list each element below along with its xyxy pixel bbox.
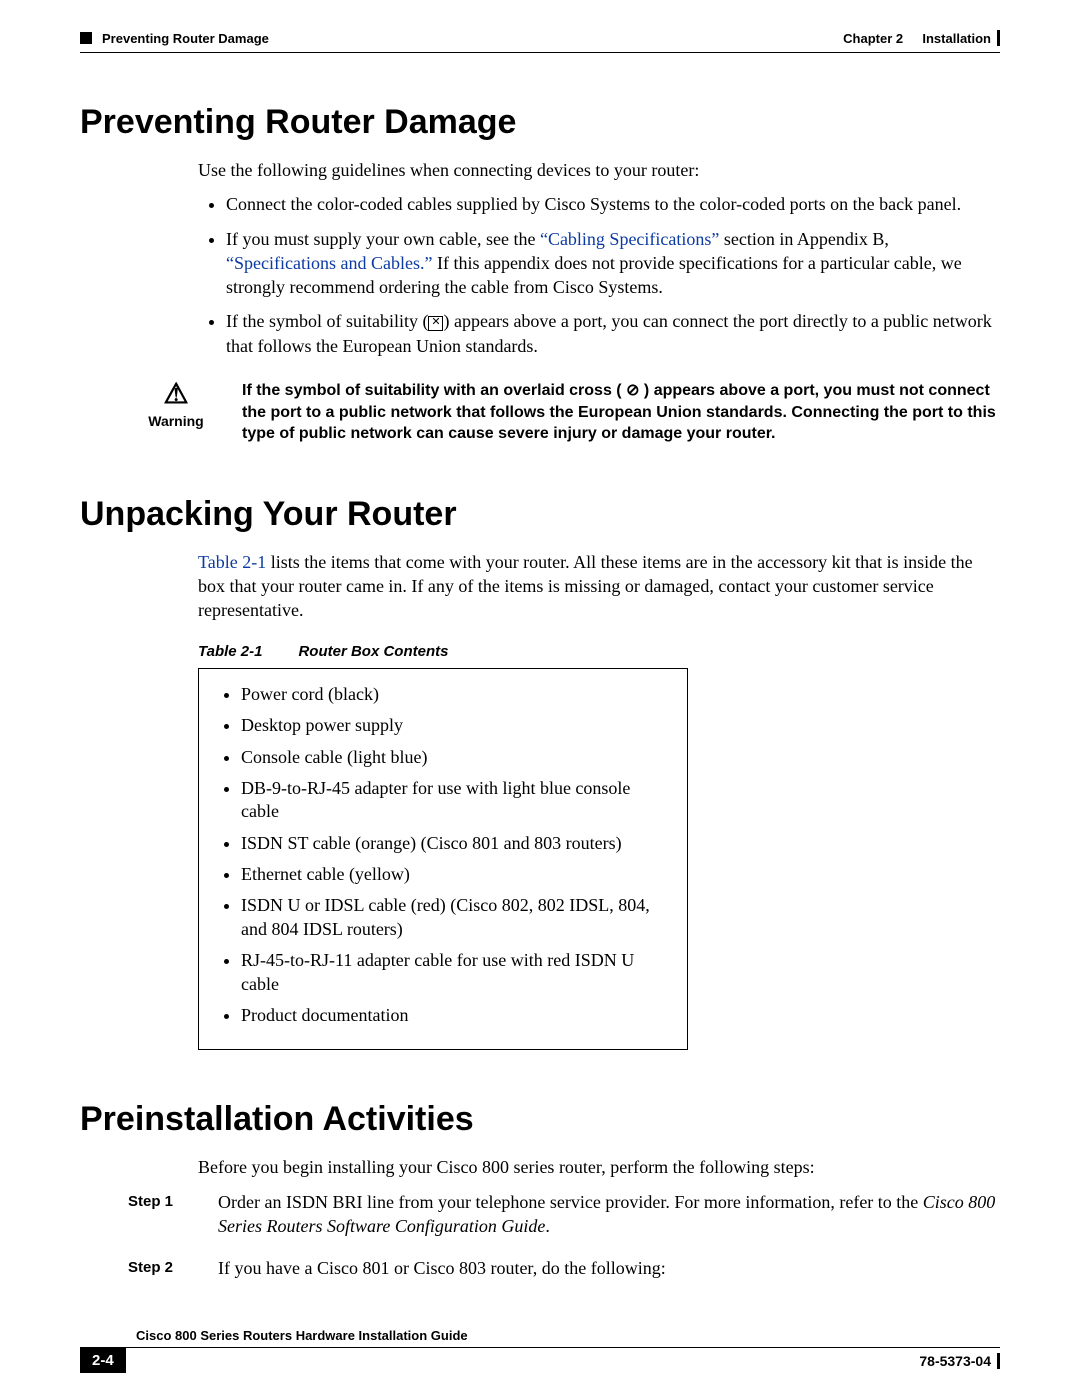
- warning-text: If the symbol of suitability with an ove…: [242, 380, 1000, 445]
- s1-bullet-list: Connect the color-coded cables supplied …: [198, 192, 1000, 358]
- heading-unpacking-your-router: Unpacking Your Router: [80, 495, 1000, 534]
- table-number: Table 2-1: [198, 643, 262, 660]
- doc-number: 78-5373-04: [919, 1353, 991, 1369]
- header-chapter-label: Chapter 2: [843, 31, 903, 46]
- heading-preinstallation-activities: Preinstallation Activities: [80, 1100, 1000, 1139]
- box-item: ISDN U or IDSL cable (red) (Cisco 802, 8…: [241, 894, 667, 941]
- table-title: Router Box Contents: [298, 643, 448, 660]
- header-chapter-name: Installation: [922, 31, 991, 46]
- step-2-body: If you have a Cisco 801 or Cisco 803 rou…: [218, 1256, 1000, 1280]
- step-2-row: Step 2 If you have a Cisco 801 or Cisco …: [128, 1256, 1000, 1280]
- box-item: RJ-45-to-RJ-11 adapter cable for use wit…: [241, 949, 667, 996]
- s2-para: Table 2-1 lists the items that come with…: [198, 550, 1000, 623]
- link-specifications-and-cables[interactable]: Specifications and Cables.: [226, 253, 432, 273]
- heading-preventing-router-damage: Preventing Router Damage: [80, 103, 1000, 142]
- link-cabling-specifications[interactable]: Cabling Specifications: [540, 229, 719, 249]
- warning-triangle-icon: ⚠: [163, 380, 188, 408]
- router-box-contents-table: Power cord (black) Desktop power supply …: [198, 668, 688, 1051]
- step-2-label: Step 2: [128, 1256, 218, 1278]
- step-1-row: Step 1 Order an ISDN BRI line from your …: [128, 1190, 1000, 1239]
- footer-end-marker-icon: [997, 1353, 1000, 1369]
- header-end-marker-icon: [997, 30, 1000, 46]
- box-item: Desktop power supply: [241, 714, 667, 737]
- box-item: Product documentation: [241, 1004, 667, 1027]
- s1-intro: Use the following guidelines when connec…: [198, 158, 1000, 182]
- box-item: Console cable (light blue): [241, 746, 667, 769]
- box-item: DB-9-to-RJ-45 adapter for use with light…: [241, 777, 667, 824]
- page-number-badge: 2-4: [80, 1348, 126, 1373]
- link-table-2-1[interactable]: Table 2-1: [198, 552, 266, 572]
- suitability-symbol-icon: ✕: [428, 316, 443, 331]
- box-item: Power cord (black): [241, 683, 667, 706]
- s3-intro: Before you begin installing your Cisco 8…: [198, 1155, 1000, 1179]
- s1-bullet-3: If the symbol of suitability (✕) appears…: [226, 309, 1000, 358]
- table-caption: Table 2-1 Router Box Contents: [198, 643, 1000, 660]
- box-item: Ethernet cable (yellow): [241, 863, 667, 886]
- step-1-body: Order an ISDN BRI line from your telepho…: [218, 1190, 1000, 1239]
- header-section-title: Preventing Router Damage: [102, 31, 269, 46]
- header-marker-icon: [80, 32, 92, 44]
- suitability-cross-symbol-icon: ⊘: [626, 382, 639, 399]
- warning-block: ⚠ Warning If the symbol of suitability w…: [128, 380, 1000, 445]
- page-footer: Cisco 800 Series Routers Hardware Instal…: [80, 1328, 1000, 1373]
- running-header: Preventing Router Damage Chapter 2 Insta…: [80, 30, 1000, 50]
- footer-guide-title: Cisco 800 Series Routers Hardware Instal…: [80, 1328, 1000, 1348]
- warning-label: Warning: [148, 412, 203, 431]
- box-item: ISDN ST cable (orange) (Cisco 801 and 80…: [241, 832, 667, 855]
- step-1-label: Step 1: [128, 1190, 218, 1212]
- s1-bullet-1: Connect the color-coded cables supplied …: [226, 192, 1000, 216]
- header-rule: [80, 52, 1000, 53]
- s1-bullet-2: If you must supply your own cable, see t…: [226, 227, 1000, 300]
